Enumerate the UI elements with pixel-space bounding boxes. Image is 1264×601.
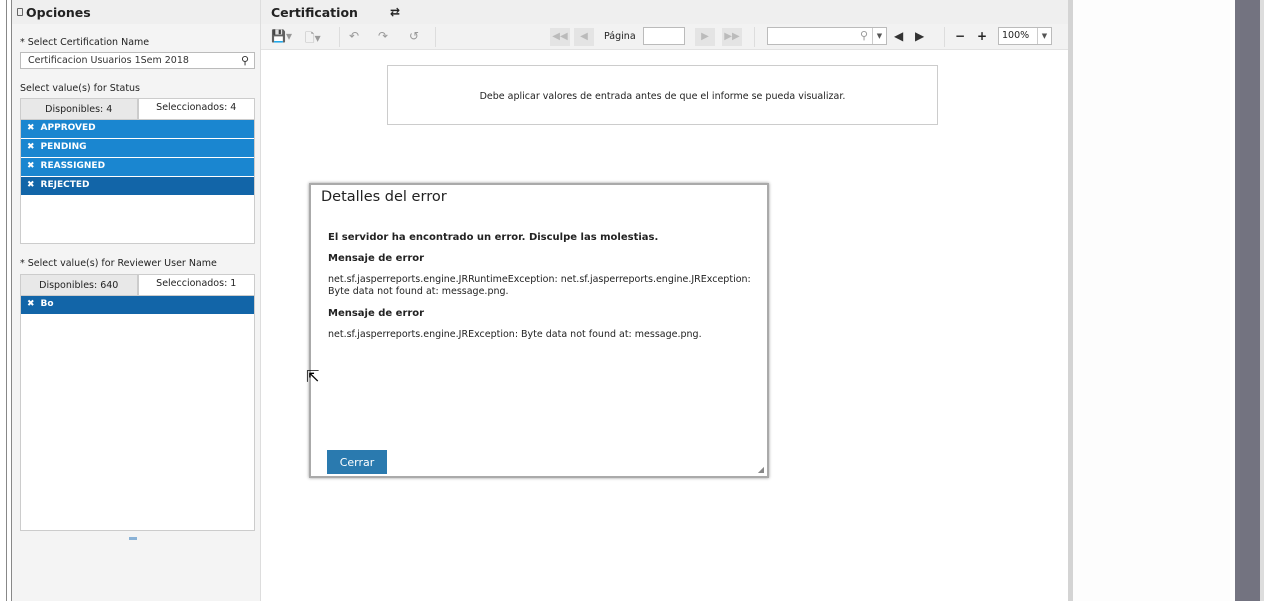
last-page-button[interactable]: ▶▶ [722, 28, 742, 46]
list-item[interactable]: ✖ REJECTED [21, 177, 254, 195]
input-notice: Debe aplicar valores de entrada antes de… [387, 65, 938, 125]
export-icon[interactable]: 🗋▾ [305, 29, 321, 50]
side-bar [1235, 0, 1260, 601]
dialog-title: Detalles del error [321, 189, 447, 205]
redo-icon[interactable]: ↷ [378, 29, 388, 43]
cert-name-value: Certificacion Usuarios 1Sem 2018 [28, 55, 189, 66]
list-item[interactable]: ✖ Bo [21, 296, 254, 314]
error-headline: El servidor ha encontrado un error. Disc… [328, 232, 659, 243]
reviewer-list: ✖ Bo [20, 295, 255, 531]
scrollbar[interactable] [1260, 0, 1264, 601]
remove-icon[interactable]: ✖ [27, 161, 35, 173]
remove-icon[interactable]: ✖ [27, 123, 35, 135]
chevron-down-icon[interactable]: ▼ [872, 28, 886, 44]
zoom-select[interactable]: 100% ▼ [998, 27, 1052, 45]
zoom-in-icon[interactable]: + [977, 29, 987, 43]
status-label: Select value(s) for Status [20, 83, 141, 94]
cert-name-input[interactable]: Certificacion Usuarios 1Sem 2018 ⚲ [20, 52, 255, 69]
status-tab-selected[interactable]: Seleccionados: 4 [137, 98, 255, 119]
save-icon[interactable]: 💾▾ [271, 29, 292, 43]
options-title: Opciones [26, 4, 91, 20]
cert-name-label: * Select Certification Name [20, 37, 150, 48]
reviewer-label: * Select value(s) for Reviewer User Name [20, 258, 217, 269]
options-header[interactable]: Opciones [12, 0, 260, 24]
list-item[interactable]: ✖ PENDING [21, 139, 254, 157]
collapse-icon[interactable] [17, 8, 23, 16]
error-message: net.sf.jasperreports.engine.JRException:… [328, 329, 702, 340]
search-icon[interactable]: ⚲ [860, 29, 868, 42]
refresh-icon[interactable]: ⇄ [390, 5, 400, 19]
mouse-cursor-icon: ⇱ [306, 367, 320, 386]
list-item[interactable]: ✖ REASSIGNED [21, 158, 254, 176]
resize-handle[interactable] [129, 537, 137, 540]
reviewer-tab-selected[interactable]: Seleccionados: 1 [137, 274, 255, 295]
window-border [0, 0, 12, 601]
search-next-icon[interactable]: ▶ [915, 29, 924, 43]
remove-icon[interactable]: ✖ [27, 142, 35, 154]
report-title: Certification [271, 4, 358, 20]
error-message-label: Mensaje de error [328, 308, 425, 319]
undo-icon[interactable]: ↶ [349, 29, 359, 43]
error-message-label: Mensaje de error [328, 253, 425, 264]
status-tab-available[interactable]: Disponibles: 4 [20, 98, 138, 119]
list-item[interactable]: ✖ APPROVED [21, 120, 254, 138]
reset-icon[interactable]: ↺ [409, 29, 419, 43]
page-input[interactable] [643, 27, 685, 45]
options-panel: Opciones * Select Certification Name Cer… [12, 0, 261, 601]
remove-icon[interactable]: ✖ [27, 299, 35, 311]
resize-grip-icon[interactable]: ◢ [758, 465, 764, 474]
error-message: net.sf.jasperreports.engine.JRRuntimeExc… [328, 274, 751, 297]
search-prev-icon[interactable]: ◀ [894, 29, 903, 43]
search-icon[interactable]: ⚲ [241, 54, 249, 67]
status-list: ✖ APPROVED ✖ PENDING ✖ REASSIGNED ✖ REJECTED [20, 119, 255, 244]
report-search-input[interactable]: ⚲ ▼ [767, 27, 887, 45]
remove-icon[interactable]: ✖ [27, 180, 35, 192]
reviewer-tab-available[interactable]: Disponibles: 640 [20, 274, 138, 295]
zoom-out-icon[interactable]: − [955, 29, 965, 43]
error-dialog: Detalles del error El servidor ha encont… [309, 183, 769, 478]
scrollbar-divider [1068, 0, 1073, 601]
toolbar: 💾▾ 🗋▾ ↶ ↷ ↺ ◀◀ ◀ Página ▶ ▶▶ ⚲ ▼ ◀ ▶ − + … [261, 24, 1068, 50]
prev-page-button[interactable]: ◀ [574, 28, 594, 46]
page-label: Página [604, 31, 636, 42]
next-page-button[interactable]: ▶ [695, 28, 715, 46]
first-page-button[interactable]: ◀◀ [550, 28, 570, 46]
close-button[interactable]: Cerrar [327, 450, 387, 474]
chevron-down-icon[interactable]: ▼ [1037, 28, 1051, 44]
